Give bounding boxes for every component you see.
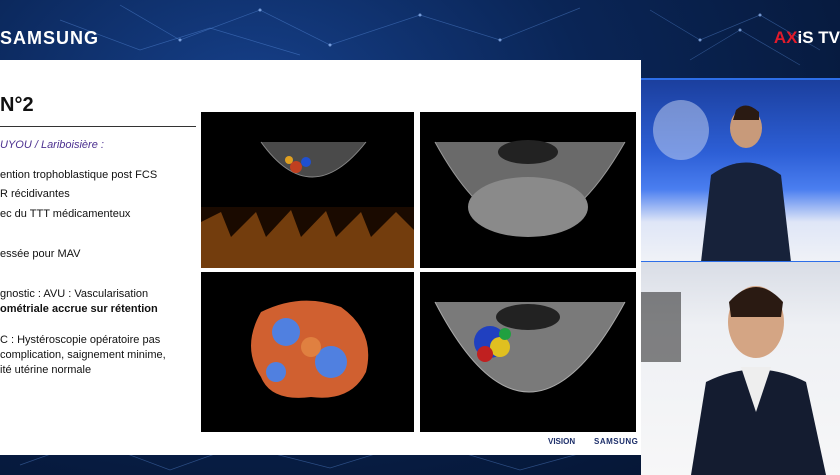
axis-tv-logo: AXiS TV [774, 28, 840, 48]
ultrasound-3d-color-image [201, 272, 414, 432]
grayscale-scan-graphic [434, 140, 626, 237]
slide-line-3: ec du TTT médicamenteux [0, 208, 131, 220]
slide-line-1: ention trophoblastique post FCS [0, 169, 158, 181]
ultrasound-grayscale-image [420, 112, 636, 268]
guest-figure [641, 286, 826, 475]
slide-line-9: ité utérine normale [0, 364, 92, 376]
presentation-slide: N°2 UYOU / Lariboisière : ention trophob… [0, 60, 641, 455]
ultrasound-doppler-image [201, 112, 414, 268]
slide-subtitle: UYOU / Lariboisière : [0, 139, 104, 151]
color-3d-scan-graphic [251, 300, 369, 398]
slide-line-5: gnostic : AVU : Vascularisation [0, 288, 149, 300]
ultrasound-color-doppler-image [420, 272, 636, 432]
axis-logo-ax: AX [773, 28, 798, 47]
axis-logo-tv: TV [813, 28, 840, 47]
slide-line-6: ométriale accrue sur rétention [0, 303, 158, 315]
slide-title: N°2 [0, 94, 34, 116]
doppler-scan-graphic [201, 141, 414, 268]
slide-samsung-logo: SAMSUNG [594, 437, 639, 446]
axis-logo-is: iS [797, 28, 814, 47]
camera-feed-presenter [641, 80, 840, 262]
slide-line-8: complication, saignement minime, [0, 349, 166, 361]
camera-feed-guest [641, 262, 840, 475]
color-doppler-scan-graphic [434, 301, 626, 393]
slide-line-7: C : Hystéroscopie opératoire pas [0, 334, 161, 346]
slide-line-4: essée pour MAV [0, 248, 81, 260]
presenter-figure [653, 100, 791, 262]
vision-logo: VISION [548, 437, 576, 446]
samsung-logo: SAMSUNG [0, 28, 100, 48]
title-divider [0, 126, 196, 127]
slide-line-2: R récidivantes [0, 188, 70, 200]
